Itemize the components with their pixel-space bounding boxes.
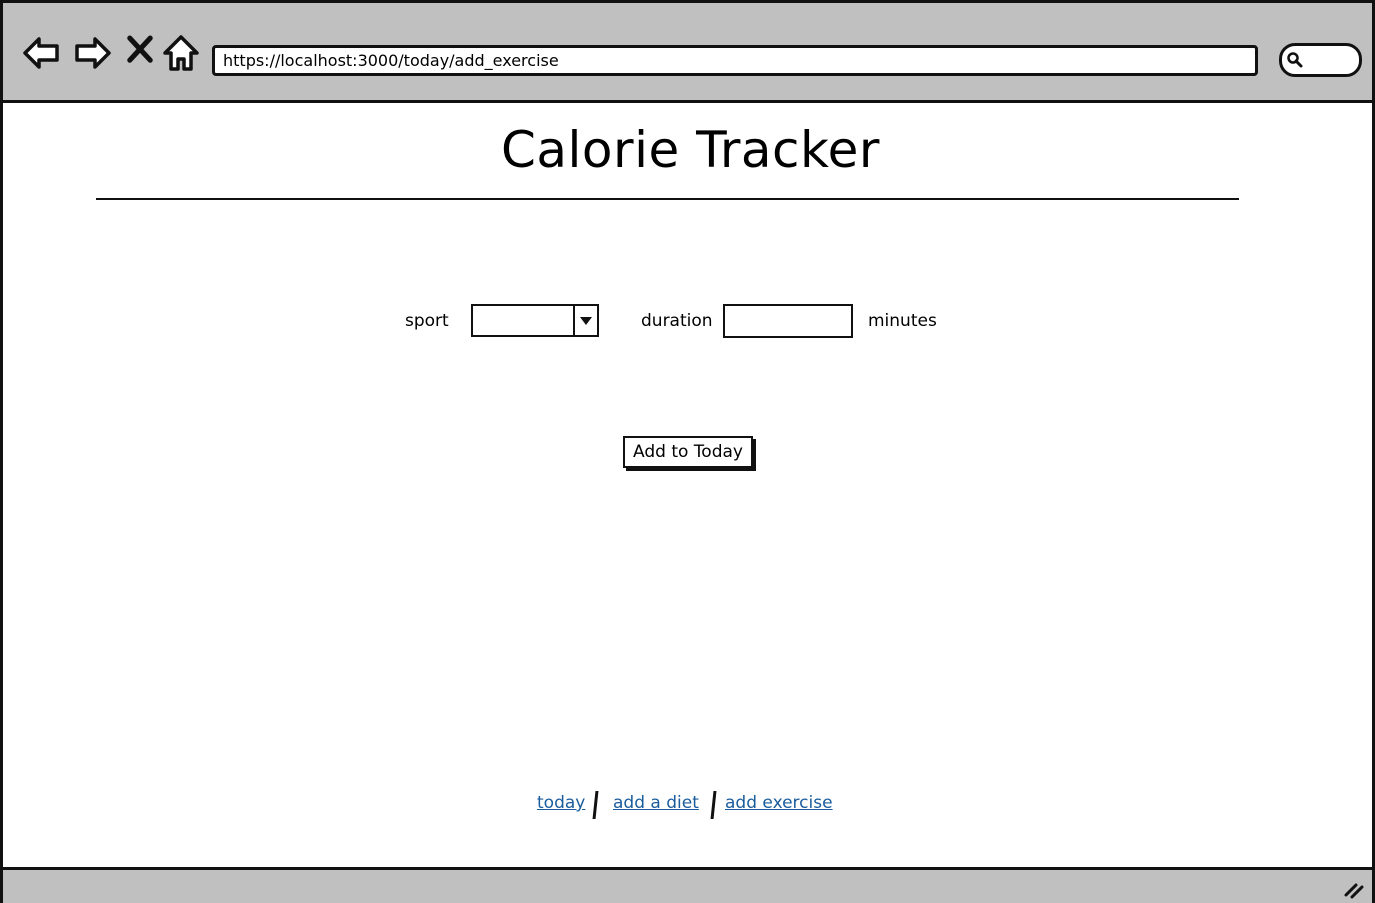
address-bar-url: https://localhost:3000/today/add_exercis… — [223, 51, 559, 70]
address-bar[interactable]: https://localhost:3000/today/add_exercis… — [212, 45, 1258, 76]
footer-separator — [592, 791, 599, 819]
sport-select[interactable] — [471, 304, 599, 337]
resize-grip-icon[interactable] — [1342, 879, 1366, 899]
close-icon[interactable] — [123, 33, 157, 73]
browser-status-bar — [3, 867, 1372, 903]
title-divider — [96, 198, 1239, 200]
browser-window: https://localhost:3000/today/add_exercis… — [0, 0, 1375, 903]
sport-select-toggle[interactable] — [573, 306, 597, 335]
footer-link-today[interactable]: today — [537, 793, 585, 813]
sport-label: sport — [405, 311, 449, 331]
page-title: Calorie Tracker — [500, 121, 880, 179]
home-icon[interactable] — [161, 33, 201, 73]
browser-search-box[interactable] — [1279, 43, 1362, 77]
footer-separator — [710, 791, 717, 819]
footer-link-add-diet[interactable]: add a diet — [613, 793, 699, 813]
duration-input[interactable] — [723, 304, 853, 338]
forward-arrow-icon[interactable] — [73, 33, 113, 73]
back-arrow-icon[interactable] — [21, 33, 61, 73]
minutes-label: minutes — [868, 311, 937, 331]
footer-link-add-exercise[interactable]: add exercise — [725, 793, 833, 813]
browser-toolbar: https://localhost:3000/today/add_exercis… — [3, 3, 1372, 103]
add-to-today-button[interactable]: Add to Today — [623, 436, 753, 468]
search-icon — [1287, 52, 1303, 68]
footer-nav: today add a diet add exercise — [3, 791, 1375, 821]
duration-label: duration — [641, 311, 713, 331]
chevron-down-icon — [580, 317, 592, 325]
